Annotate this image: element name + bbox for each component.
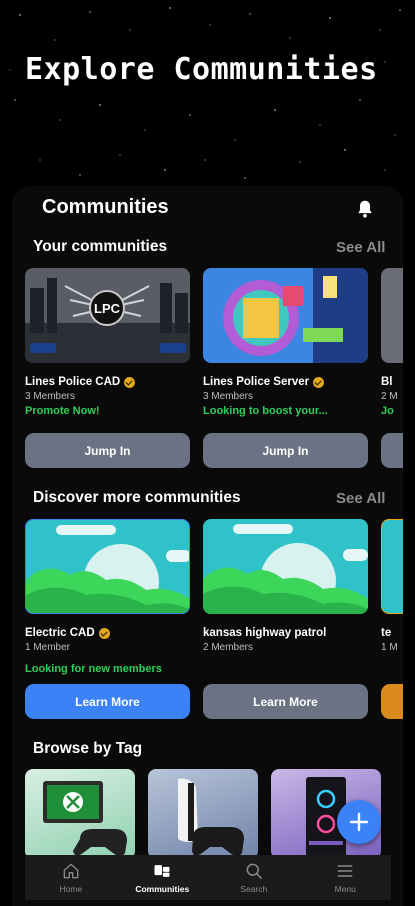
discover-see-all-link[interactable]: See All (336, 490, 385, 507)
menu-icon (337, 865, 353, 877)
community-name: te (381, 627, 392, 639)
verified-badge-icon (98, 627, 110, 639)
communities-header-title: Communities (42, 196, 169, 218)
bottom-nav-bar: Home Communities Search Menu (25, 855, 391, 900)
nav-item-label: Menu (334, 884, 356, 894)
nav-item-menu[interactable]: Menu (300, 855, 392, 900)
jump-in-button[interactable] (381, 433, 403, 468)
community-banner-image (25, 519, 190, 614)
learn-more-button[interactable]: Learn More (203, 684, 368, 719)
community-member-count: 2 M (381, 391, 398, 402)
community-member-count: 2 Members (203, 642, 254, 653)
community-name: Electric CAD (25, 627, 95, 639)
jump-in-button[interactable]: Jump In (203, 433, 368, 468)
nav-item-communities[interactable]: Communities (117, 855, 209, 900)
create-community-fab-button[interactable] (337, 800, 381, 844)
bell-icon[interactable] (354, 198, 376, 220)
community-member-count: 3 Members (25, 391, 76, 402)
jump-in-button[interactable]: Jump In (25, 433, 190, 468)
communities-icon (154, 865, 170, 877)
community-member-count: 1 M (381, 642, 398, 653)
search-icon (246, 863, 262, 879)
plus-icon (349, 812, 369, 832)
page-hero-title: Explore Communities (25, 52, 378, 87)
community-banner-image: LPC (25, 268, 190, 363)
community-member-count: 1 Member (25, 642, 71, 653)
browse-by-tag-title: Browse by Tag (33, 740, 143, 757)
community-logo-text: LPC (94, 301, 121, 316)
nav-item-search[interactable]: Search (208, 855, 300, 900)
community-banner-image (381, 268, 403, 363)
community-name: Lines Police Server (203, 376, 310, 388)
community-member-count: 3 Members (203, 391, 254, 402)
verified-badge-icon (313, 376, 325, 388)
verified-badge-icon (124, 376, 136, 388)
nav-item-label: Communities (135, 884, 190, 894)
home-icon (63, 863, 79, 879)
nav-item-label: Home (59, 884, 83, 894)
starfield-background (9, 7, 401, 179)
nav-item-label: Search (240, 884, 268, 894)
community-card-partial[interactable]: te 1 M (381, 519, 403, 721)
community-name: Bl (381, 376, 393, 388)
community-status-text: Jo (381, 405, 394, 417)
learn-more-button[interactable] (381, 684, 403, 719)
community-banner-image (381, 519, 403, 614)
tag-tile-xbox[interactable] (25, 769, 135, 859)
discover-communities-title: Discover more communities (33, 489, 241, 506)
community-banner-image (203, 268, 368, 363)
community-name: Lines Police CAD (25, 376, 121, 388)
your-communities-title: Your communities (33, 238, 168, 255)
community-name: kansas highway patrol (203, 627, 327, 639)
community-status-text: Looking to boost your... (203, 405, 328, 417)
nav-item-home[interactable]: Home (25, 855, 117, 900)
your-communities-see-all-link[interactable]: See All (336, 239, 385, 256)
community-status-text: Looking for new members (25, 663, 162, 675)
tag-tile-playstation[interactable] (148, 769, 258, 859)
community-status-text: Promote Now! (25, 405, 100, 417)
community-card-partial[interactable]: Bl 2 M Jo (381, 268, 403, 470)
community-banner-image (203, 519, 368, 614)
learn-more-button[interactable]: Learn More (25, 684, 190, 719)
